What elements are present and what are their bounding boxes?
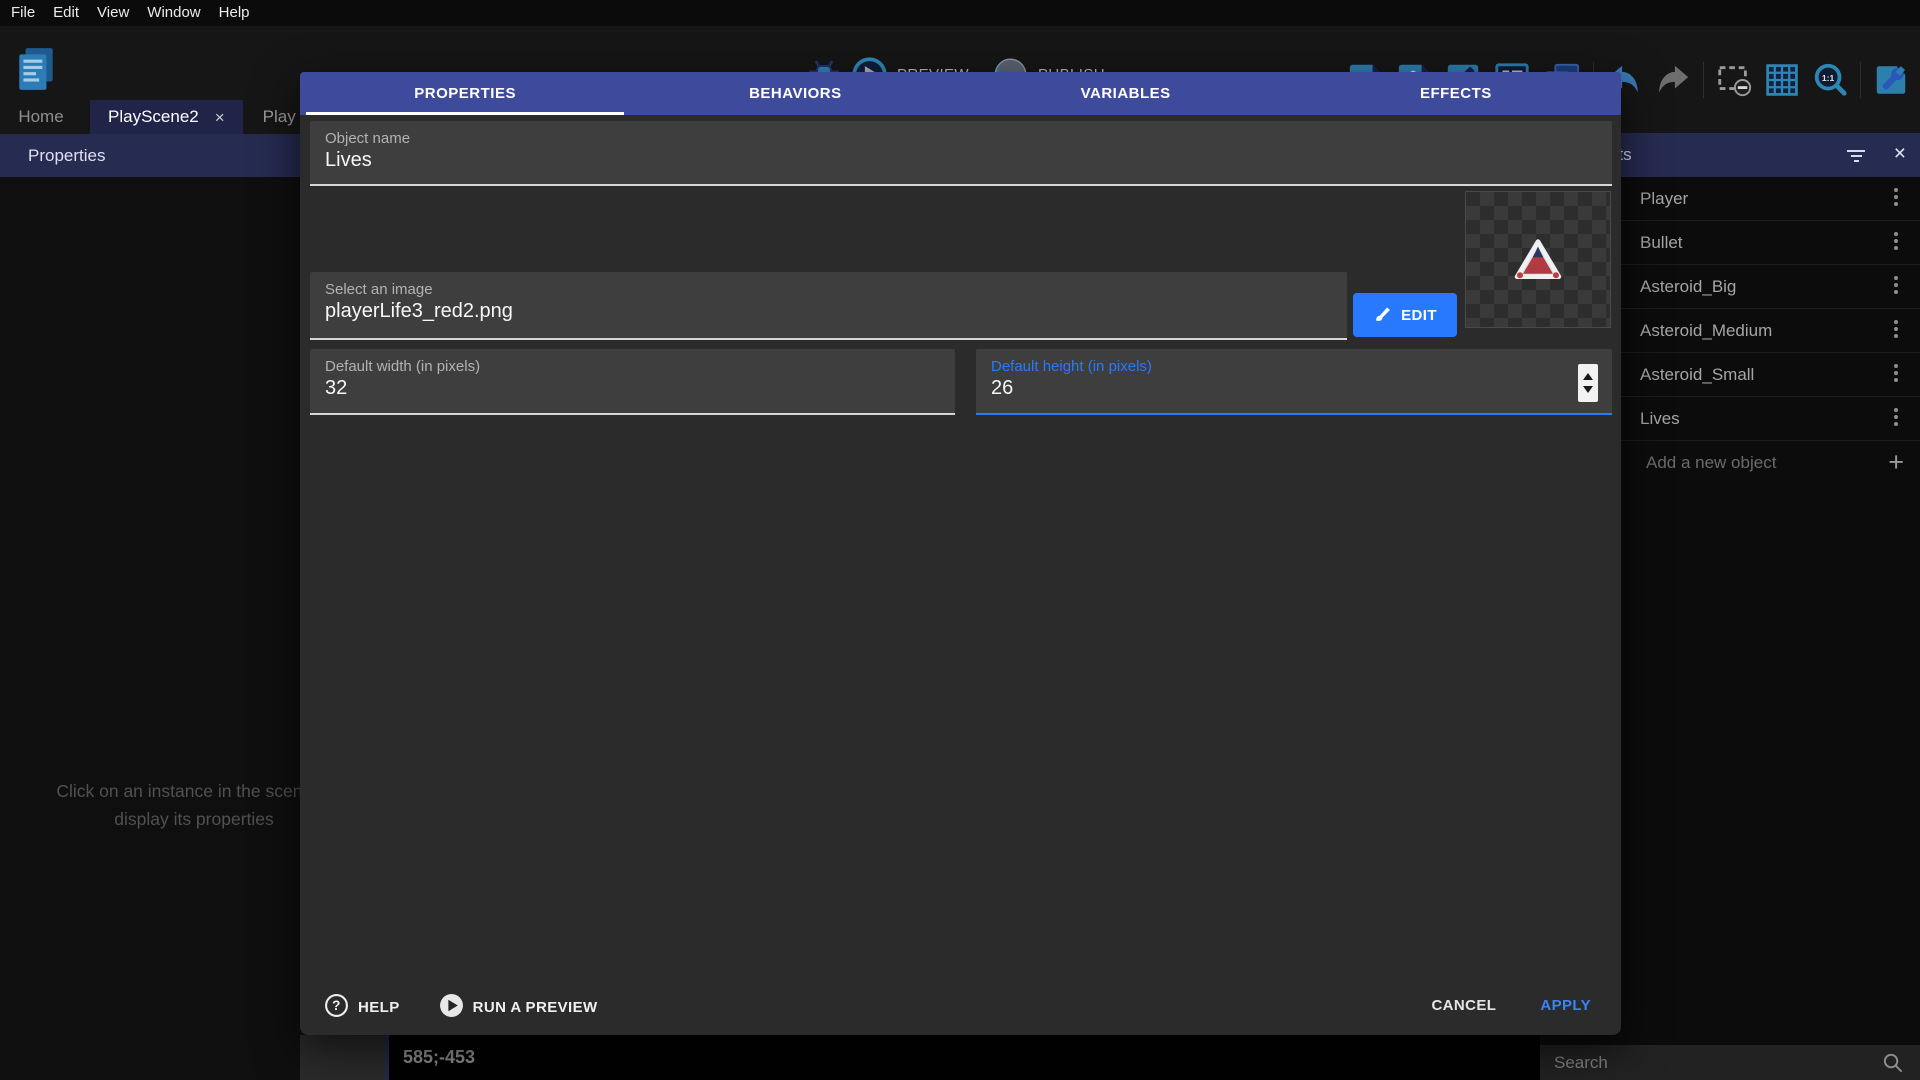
run-preview-button[interactable]: RUN A PREVIEW [439,993,598,1022]
tab-variables[interactable]: VARIABLES [961,72,1291,115]
tab-playscene2-label: PlayScene2 [108,107,199,127]
svg-text:?: ? [332,998,341,1013]
object-menu-icon[interactable] [1894,408,1898,426]
edit-image-label: EDIT [1401,307,1437,324]
default-width-input[interactable] [325,377,915,400]
tab-behaviors[interactable]: BEHAVIORS [630,72,960,115]
tab-partial-label: Play [263,107,296,127]
play-circle-icon [439,993,464,1022]
close-panel-icon[interactable]: × [1894,141,1906,167]
cancel-button[interactable]: CANCEL [1431,997,1496,1014]
tab-home[interactable]: Home [0,100,82,134]
tab-home-label: Home [18,107,63,127]
default-height-input[interactable] [991,377,1572,400]
objects-search-bar [1540,1045,1920,1080]
deselect-marquee-icon[interactable] [1715,61,1753,99]
default-height-field[interactable]: Default height (in pixels) [976,349,1612,415]
object-name-field[interactable]: Object name [310,121,1612,186]
zoom-1-1-icon[interactable]: 1:1 [1811,61,1849,99]
redo-icon[interactable] [1654,61,1692,99]
stepper-up-icon[interactable] [1583,373,1593,380]
tab-playscene2[interactable]: PlayScene2 × [90,100,243,134]
object-name-label: Object name [325,130,410,147]
panel-corner-block [300,1035,385,1080]
image-preview-thumbnail [1465,191,1611,328]
scene-status-bar: 585;-453 [389,1035,1540,1080]
menu-bar: File Edit View Window Help [0,0,1920,26]
menu-window[interactable]: Window [138,0,209,26]
menu-file[interactable]: File [2,0,44,26]
select-image-field[interactable]: Select an image [310,272,1347,340]
close-tab-icon[interactable]: × [215,109,225,126]
svg-text:1:1: 1:1 [1822,73,1835,83]
dialog-tab-bar: PROPERTIES BEHAVIORS VARIABLES EFFECTS [300,72,1621,115]
menu-edit[interactable]: Edit [44,0,88,26]
help-icon: ? [324,993,349,1022]
menu-help[interactable]: Help [210,0,259,26]
tab-effects[interactable]: EFFECTS [1291,72,1621,115]
object-menu-icon[interactable] [1894,188,1898,206]
project-manager-icon[interactable] [16,46,56,92]
object-menu-icon[interactable] [1894,232,1898,250]
brush-icon [1373,304,1392,327]
filter-icon[interactable] [1846,147,1866,163]
toolbar-divider [1860,62,1861,98]
edit-image-button[interactable]: EDIT [1353,293,1457,337]
scene-settings-wrench-icon[interactable] [1872,61,1910,99]
object-menu-icon[interactable] [1894,276,1898,294]
grid-icon[interactable] [1764,62,1800,98]
search-input[interactable] [1554,1045,1854,1080]
cursor-coordinates: 585;-453 [389,1035,1540,1080]
object-menu-icon[interactable] [1894,364,1898,382]
default-width-field[interactable]: Default width (in pixels) [310,349,955,415]
plus-icon[interactable]: + [1888,447,1904,478]
ship-sprite-image [1514,239,1562,286]
tab-properties[interactable]: PROPERTIES [300,72,630,115]
stepper-down-icon[interactable] [1583,386,1593,393]
select-image-label: Select an image [325,281,433,298]
object-name-input[interactable] [325,149,1572,172]
object-properties-dialog: PROPERTIES BEHAVIORS VARIABLES EFFECTS O… [300,72,1621,1035]
help-label: HELP [358,999,400,1016]
run-preview-label: RUN A PREVIEW [473,999,598,1016]
search-icon [1881,1051,1904,1079]
menu-view[interactable]: View [88,0,138,26]
apply-button[interactable]: APPLY [1540,997,1591,1014]
object-menu-icon[interactable] [1894,320,1898,338]
toolbar-divider [1703,62,1704,98]
help-button[interactable]: ? HELP [324,993,400,1022]
default-width-label: Default width (in pixels) [325,358,480,375]
default-height-label: Default height (in pixels) [991,358,1152,375]
image-filename-input[interactable] [325,300,1307,323]
number-stepper[interactable] [1578,364,1598,402]
